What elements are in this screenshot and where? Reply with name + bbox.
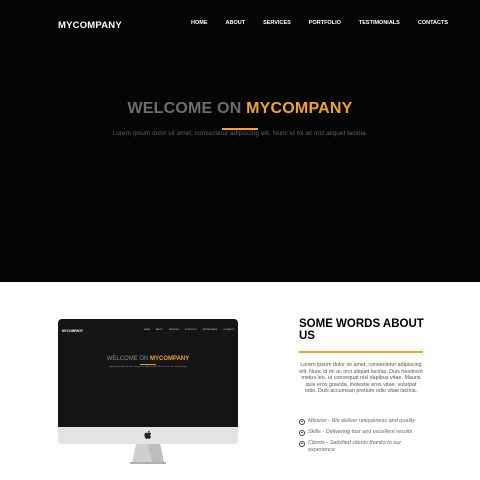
mockup-title-prefix: WELCOME ON <box>106 356 149 362</box>
feature-text: Clients - Satisfied clients thanks to ou… <box>308 440 402 453</box>
mockup-nav: HOME ABOUT SERVICES PORTFOLIO TESTIMONIA… <box>138 329 234 331</box>
apple-logo-icon <box>144 430 152 439</box>
mockup-nav-item: SERVICES <box>168 329 179 331</box>
about-divider <box>299 351 423 353</box>
site-logo[interactable]: MYCOMPANY <box>58 20 122 31</box>
feature-text: Skills - Delivering fast and excellent r… <box>308 429 413 435</box>
monitor-stand <box>130 444 166 464</box>
about-section: MYCOMPANY HOME ABOUT SERVICES PORTFOLIO … <box>0 282 480 480</box>
feature-item: Mission - We deliver uniqueness and qual… <box>299 418 429 425</box>
feature-item: Skills - Delivering fast and excellent r… <box>299 429 429 436</box>
about-title: SOME WORDS ABOUT US <box>299 318 424 342</box>
mockup-nav-item: HOME <box>143 329 150 331</box>
mockup-title: WELCOME ON MYCOMPANY <box>58 356 238 362</box>
bullet-icon <box>299 418 305 425</box>
hero-title-highlight: MYCOMPANY <box>246 100 353 117</box>
mockup-divider <box>140 364 156 365</box>
monitor-screen: MYCOMPANY HOME ABOUT SERVICES PORTFOLIO … <box>58 319 238 428</box>
hero-section: MYCOMPANY HOME ABOUT SERVICES PORTFOLIO … <box>0 0 480 282</box>
bullet-icon <box>299 429 305 436</box>
mockup-nav-item: CONTACTS <box>223 329 234 331</box>
main-nav: HOME ABOUT SERVICES PORTFOLIO TESTIMONIA… <box>173 19 448 27</box>
mockup-nav-item: TESTIMONIALS <box>202 329 218 331</box>
nav-services[interactable]: SERVICES <box>263 19 291 27</box>
feature-item: Clients - Satisfied clients thanks to ou… <box>299 440 429 453</box>
feature-text: Mission - We deliver uniqueness and qual… <box>308 418 416 424</box>
mockup-nav-item: PORTFOLIO <box>184 329 197 331</box>
nav-contacts[interactable]: CONTACTS <box>418 19 448 27</box>
nav-portfolio[interactable]: PORTFOLIO <box>309 19 341 27</box>
feature-list: Mission - We deliver uniqueness and qual… <box>299 418 429 458</box>
hero-subtitle: Lorem ipsum dolor sit amet, consectetur … <box>112 130 368 137</box>
hero-title: WELCOME ON MYCOMPANY <box>0 100 480 118</box>
bullet-icon <box>299 440 305 447</box>
nav-testimonials[interactable]: TESTIMONIALS <box>359 19 400 27</box>
mockup-title-highlight: MYCOMPANY <box>150 356 190 362</box>
mockup-logo: MYCOMPANY <box>62 329 83 333</box>
mockup-nav-item: ABOUT <box>155 329 163 331</box>
nav-home[interactable]: HOME <box>191 19 208 27</box>
hero-title-prefix: WELCOME ON <box>127 100 242 117</box>
about-body: Lorem ipsum dolor sit amet, consectetur … <box>299 362 423 394</box>
mockup-subtitle: Lorem ipsum dolor sit amet, consectetur … <box>108 366 188 368</box>
nav-about[interactable]: ABOUT <box>226 19 246 27</box>
monitor-mockup: MYCOMPANY HOME ABOUT SERVICES PORTFOLIO … <box>58 319 238 464</box>
